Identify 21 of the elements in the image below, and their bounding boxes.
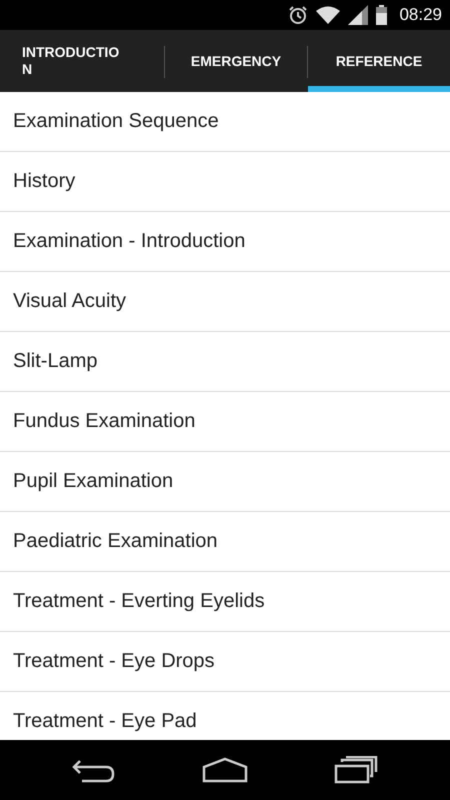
list-item[interactable]: History <box>0 152 450 212</box>
home-button[interactable] <box>200 757 249 783</box>
tab[interactable]: REFERENCE <box>308 30 450 92</box>
list-item[interactable]: Treatment - Everting Eyelids <box>0 572 450 632</box>
list-item[interactable]: Examination - Introduction <box>0 212 450 272</box>
back-button[interactable] <box>72 757 116 783</box>
recent-apps-button[interactable] <box>334 756 378 784</box>
tab[interactable]: INTRODUCTION <box>0 30 164 92</box>
list-item[interactable]: Pupil Examination <box>0 452 450 512</box>
list-item[interactable]: Treatment - Eye Drops <box>0 632 450 692</box>
list-item[interactable]: Visual Acuity <box>0 272 450 332</box>
clock-time: 08:29 <box>399 5 442 25</box>
tab[interactable]: EMERGENCY <box>165 30 307 92</box>
wifi-icon <box>316 6 340 24</box>
list-item[interactable]: Examination Sequence <box>0 92 450 152</box>
alarm-icon <box>288 5 308 25</box>
battery-icon <box>376 5 388 25</box>
list-item[interactable]: Fundus Examination <box>0 392 450 452</box>
list-item[interactable]: Paediatric Examination <box>0 512 450 572</box>
signal-icon <box>348 5 368 25</box>
list-item[interactable]: Slit-Lamp <box>0 332 450 392</box>
